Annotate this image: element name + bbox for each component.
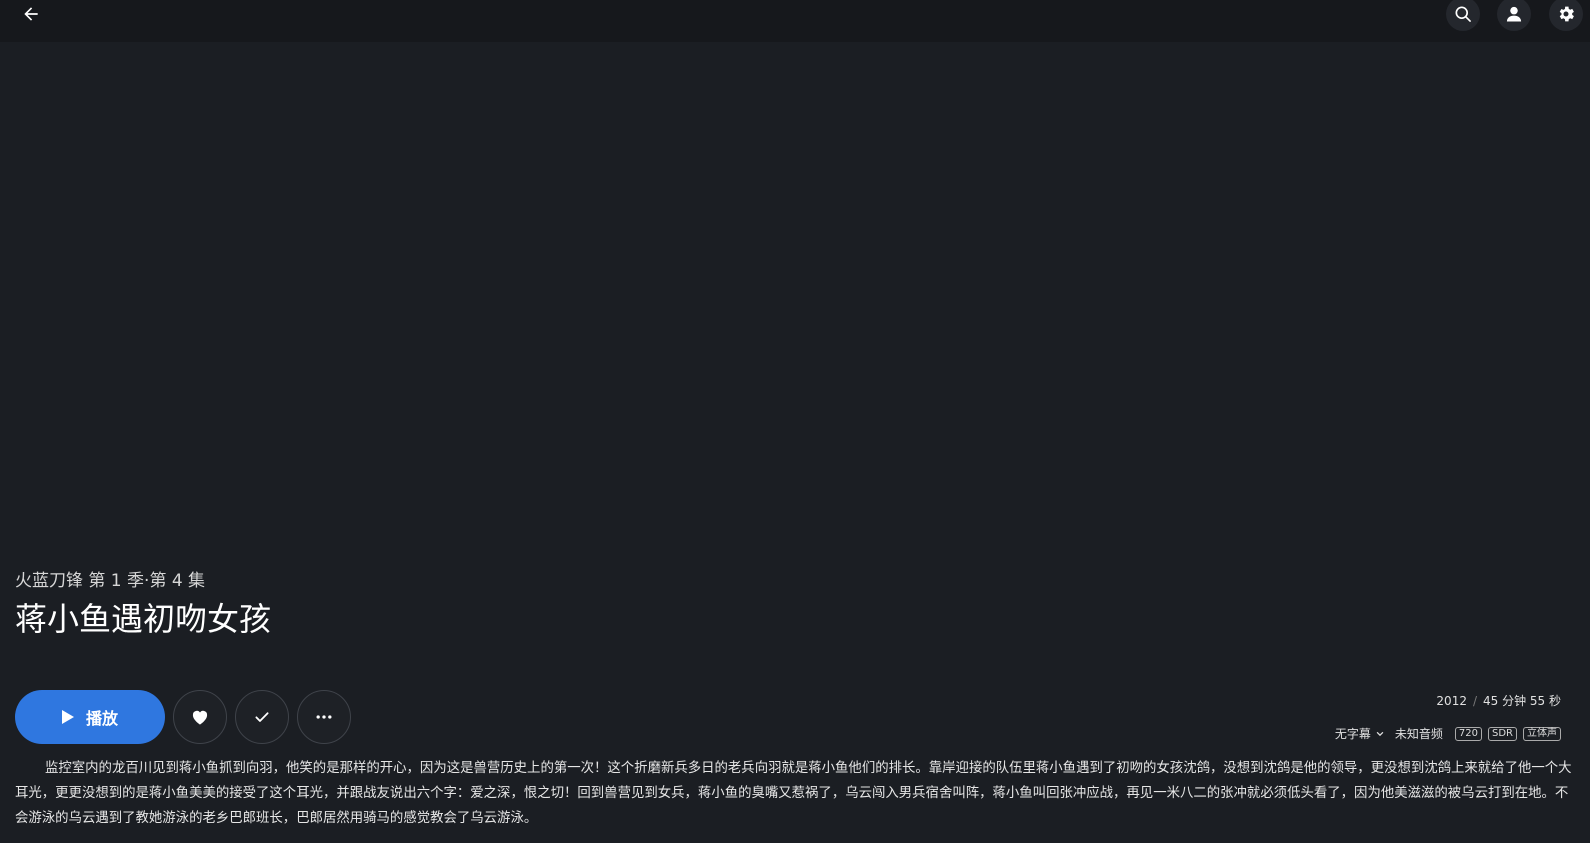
audio-track: 未知音频	[1394, 727, 1443, 741]
play-icon	[61, 710, 74, 724]
more-icon	[316, 715, 332, 719]
more-button[interactable]	[297, 690, 351, 744]
check-icon	[255, 712, 269, 722]
item-detail-page: 火蓝刀锋 第 1 季·第 4 集 蒋小鱼遇初吻女孩 播放 2012 / 45 分钟 …	[0, 0, 1590, 843]
dynamic-range-badge: SDR	[1488, 726, 1517, 741]
subtitle-value: 无字幕	[1334, 727, 1371, 741]
search-icon	[1455, 6, 1471, 22]
heart-icon	[192, 710, 208, 725]
season-label[interactable]: 第 1 季	[88, 571, 144, 591]
arrow-left-icon	[24, 7, 38, 21]
back-button[interactable]	[14, 0, 48, 31]
subtitle-select[interactable]: 无字幕	[1335, 725, 1385, 742]
chevron-down-icon	[1376, 731, 1384, 736]
release-year: 2012	[1436, 694, 1467, 708]
top-bar	[0, 0, 1590, 42]
stream-info: 无字幕 未知音频 720 SDR 立体声	[1335, 725, 1561, 742]
meta-separator: /	[1472, 694, 1478, 708]
favorite-button[interactable]	[173, 690, 227, 744]
play-label: 播放	[85, 709, 118, 728]
episode-title: 蒋小鱼遇初吻女孩	[15, 600, 272, 638]
user-icon	[1506, 6, 1522, 22]
resolution-badge: 720	[1454, 726, 1482, 741]
runtime: 45 分钟 55 秒	[1483, 694, 1561, 708]
settings-button[interactable]	[1549, 0, 1583, 31]
user-button[interactable]	[1497, 0, 1531, 31]
series-info: 火蓝刀锋 第 1 季·第 4 集	[15, 566, 205, 591]
episode-overview: 监控室内的龙百川见到蒋小鱼抓到向羽，他笑的是那样的开心，因为这是兽营历史上的第一…	[15, 761, 1572, 826]
play-button[interactable]: 播放	[15, 690, 165, 744]
mark-watched-button[interactable]	[235, 690, 289, 744]
search-button[interactable]	[1446, 0, 1480, 31]
media-meta: 2012 / 45 分钟 55 秒	[1436, 692, 1561, 709]
series-name-link[interactable]: 火蓝刀锋	[15, 571, 83, 591]
gear-icon	[1559, 6, 1574, 22]
audio-channel-badge: 立体声	[1523, 726, 1561, 741]
episode-number: 第 4 集	[149, 571, 206, 591]
